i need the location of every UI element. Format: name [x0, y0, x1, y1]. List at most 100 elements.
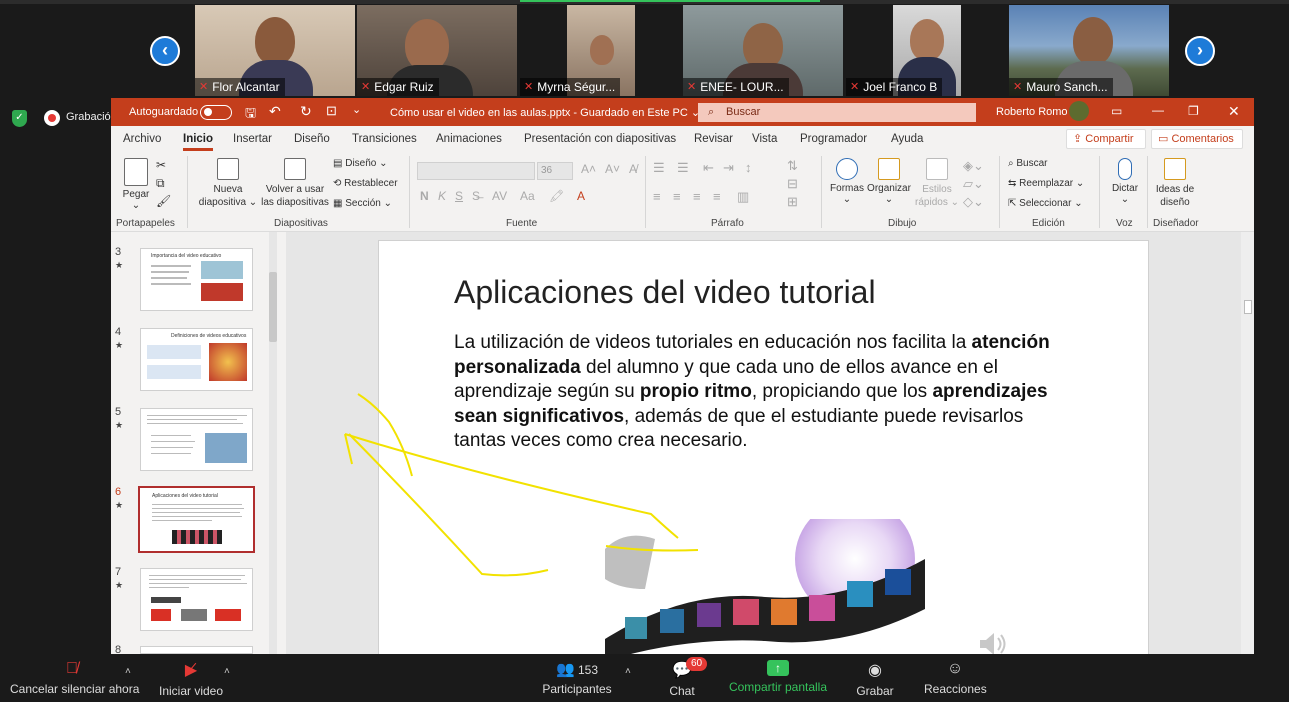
- change-case-icon[interactable]: Aa: [520, 189, 535, 203]
- font-color-icon[interactable]: A: [577, 189, 585, 203]
- slide-title[interactable]: Aplicaciones del video tutorial: [454, 274, 876, 311]
- restore-icon[interactable]: ❐: [1188, 104, 1199, 118]
- participant-tile[interactable]: ✕ Edgar Ruiz: [357, 5, 517, 96]
- slide-thumbnail-5[interactable]: [140, 408, 253, 471]
- thumbnail-scrollbar[interactable]: [269, 232, 277, 654]
- document-title[interactable]: Cómo usar el video en las aulas.pptx - G…: [390, 106, 700, 119]
- participant-tile[interactable]: ✕ Flor Alcantar: [195, 5, 355, 96]
- redo-icon[interactable]: ↻: [300, 103, 312, 120]
- participant-tile[interactable]: ✕ ENEE- LOUR...: [683, 5, 843, 96]
- slide-scrollbar[interactable]: [1241, 232, 1254, 654]
- smartart-icon[interactable]: ⊞: [787, 194, 798, 210]
- participants-button[interactable]: 👥 153 Participantes: [540, 660, 614, 696]
- current-slide[interactable]: Aplicaciones del video tutorial La utili…: [378, 240, 1149, 661]
- chevron-up-icon[interactable]: ˄: [125, 666, 131, 677]
- save-icon[interactable]: 🖫: [245, 104, 256, 126]
- share-screen-button[interactable]: ↑ Compartir pantalla: [728, 660, 828, 694]
- strikethrough-icon[interactable]: S̶: [472, 189, 480, 203]
- highlight-icon[interactable]: 🖍: [549, 189, 564, 203]
- comments-button[interactable]: ▭ Comentarios: [1151, 129, 1243, 149]
- chevron-up-icon[interactable]: ˄: [625, 666, 631, 677]
- select-button[interactable]: ⇱ Seleccionar ⌄: [1008, 198, 1083, 209]
- tab-animaciones[interactable]: Animaciones: [436, 133, 502, 145]
- present-icon[interactable]: ⊡: [326, 103, 337, 119]
- search-box[interactable]: ⌕ Buscar: [698, 103, 976, 122]
- autosave-toggle[interactable]: [200, 105, 232, 120]
- slide-thumbnail-4[interactable]: Definiciones de videos educativos: [140, 328, 253, 391]
- columns-icon[interactable]: ▥: [737, 189, 749, 205]
- bullets-icon[interactable]: ☰: [653, 160, 665, 176]
- line-spacing-icon[interactable]: ↕: [745, 160, 752, 175]
- shape-effects-icon[interactable]: ◇⌄: [963, 194, 984, 210]
- font-size-select[interactable]: 36: [537, 162, 573, 180]
- spacing-icon[interactable]: AV: [492, 189, 507, 203]
- align-right-icon[interactable]: ≡: [693, 189, 701, 204]
- participant-tile[interactable]: ✕ Mauro Sanch...: [1009, 5, 1169, 96]
- shrink-font-icon[interactable]: A˅: [605, 162, 620, 176]
- numbering-icon[interactable]: ☰: [677, 160, 689, 176]
- record-button[interactable]: ◉ Grabar: [856, 660, 894, 698]
- design-ideas-button[interactable]: Ideas de diseño: [1151, 158, 1199, 209]
- gallery-next-button[interactable]: ›: [1185, 36, 1215, 66]
- tab-vista[interactable]: Vista: [752, 133, 777, 145]
- shapes-button[interactable]: Formas ⌄: [827, 158, 867, 205]
- tab-archivo[interactable]: Archivo: [123, 133, 161, 145]
- copy-icon[interactable]: ⧉: [156, 176, 165, 191]
- align-text-icon[interactable]: ⊟: [787, 176, 798, 192]
- tab-revisar[interactable]: Revisar: [694, 133, 733, 145]
- start-video-button[interactable]: ▶̸ Iniciar video: [158, 660, 224, 698]
- slide-body[interactable]: La utilización de videos tutoriales en e…: [454, 331, 1054, 454]
- cut-icon[interactable]: ✂: [156, 158, 166, 172]
- shape-fill-icon[interactable]: ◈⌄: [963, 158, 984, 174]
- clear-format-icon[interactable]: A̸: [629, 162, 637, 176]
- increase-indent-icon[interactable]: ⇥: [723, 160, 734, 176]
- tab-inicio[interactable]: Inicio: [183, 133, 214, 151]
- section-button[interactable]: ▦ Sección ⌄: [333, 198, 392, 209]
- arrange-button[interactable]: Organizar ⌄: [867, 158, 911, 205]
- participant-tile[interactable]: ✕ Joel Franco B: [846, 5, 1006, 96]
- avatar[interactable]: [1069, 101, 1089, 121]
- quick-styles-button[interactable]: Estilos rápidos ⌄: [913, 158, 961, 209]
- ribbon-display-icon[interactable]: ▭: [1111, 104, 1122, 118]
- user-name[interactable]: Roberto Romo: [996, 106, 1068, 118]
- shape-outline-icon[interactable]: ▱⌄: [963, 176, 984, 192]
- align-left-icon[interactable]: ≡: [653, 189, 661, 204]
- font-name-select[interactable]: [417, 162, 535, 180]
- underline-icon[interactable]: S: [455, 189, 463, 203]
- unmute-button[interactable]: 🎙̸ Cancelar silenciar ahora: [10, 660, 139, 696]
- participant-tile[interactable]: ✕ Myrna Ségur...: [520, 5, 680, 96]
- customize-qat-icon[interactable]: ⌄: [352, 103, 361, 116]
- gallery-prev-button[interactable]: ‹: [150, 36, 180, 66]
- reset-button[interactable]: ⟲ Restablecer: [333, 178, 398, 189]
- layout-button[interactable]: ▤ Diseño ⌄: [333, 158, 388, 169]
- slide-thumbnail-3[interactable]: Importancia del video educativo: [140, 248, 253, 311]
- justify-icon[interactable]: ≡: [713, 189, 721, 204]
- text-direction-icon[interactable]: ⇅: [787, 158, 798, 174]
- reactions-button[interactable]: ☺ Reacciones: [924, 660, 987, 696]
- slide-thumbnail-7[interactable]: [140, 568, 253, 631]
- tab-presentacion[interactable]: Presentación con diapositivas: [524, 133, 676, 145]
- format-painter-icon[interactable]: 🖌: [156, 194, 171, 208]
- grow-font-icon[interactable]: A˄: [581, 162, 596, 176]
- align-center-icon[interactable]: ≡: [673, 189, 681, 204]
- tab-programador[interactable]: Programador: [800, 133, 867, 145]
- reuse-slides-button[interactable]: Volver a usar las diapositivas: [261, 158, 329, 209]
- tab-ayuda[interactable]: Ayuda: [891, 133, 923, 145]
- close-icon[interactable]: ✕: [1228, 103, 1240, 120]
- tab-insertar[interactable]: Insertar: [233, 133, 272, 145]
- dictate-button[interactable]: Dictar ⌄: [1105, 158, 1145, 205]
- tab-transiciones[interactable]: Transiciones: [352, 133, 417, 145]
- undo-icon[interactable]: ↶: [269, 103, 281, 120]
- italic-icon[interactable]: K: [438, 189, 446, 203]
- minimize-icon[interactable]: —: [1152, 103, 1164, 117]
- slide-thumbnail-8[interactable]: [140, 646, 253, 654]
- decrease-indent-icon[interactable]: ⇤: [703, 160, 714, 176]
- share-button[interactable]: ⇪ Compartir: [1066, 129, 1146, 149]
- replace-button[interactable]: ⇆ Reemplazar ⌄: [1008, 178, 1084, 189]
- paste-button[interactable]: Pegar ⌄: [119, 158, 153, 211]
- chevron-up-icon[interactable]: ˄: [224, 666, 230, 677]
- slide-thumbnail-6[interactable]: Aplicaciones del video tutorial: [138, 486, 255, 553]
- tab-diseno[interactable]: Diseño: [294, 133, 330, 145]
- find-button[interactable]: ⌕ Buscar: [1008, 158, 1048, 169]
- bold-icon[interactable]: N: [420, 189, 429, 203]
